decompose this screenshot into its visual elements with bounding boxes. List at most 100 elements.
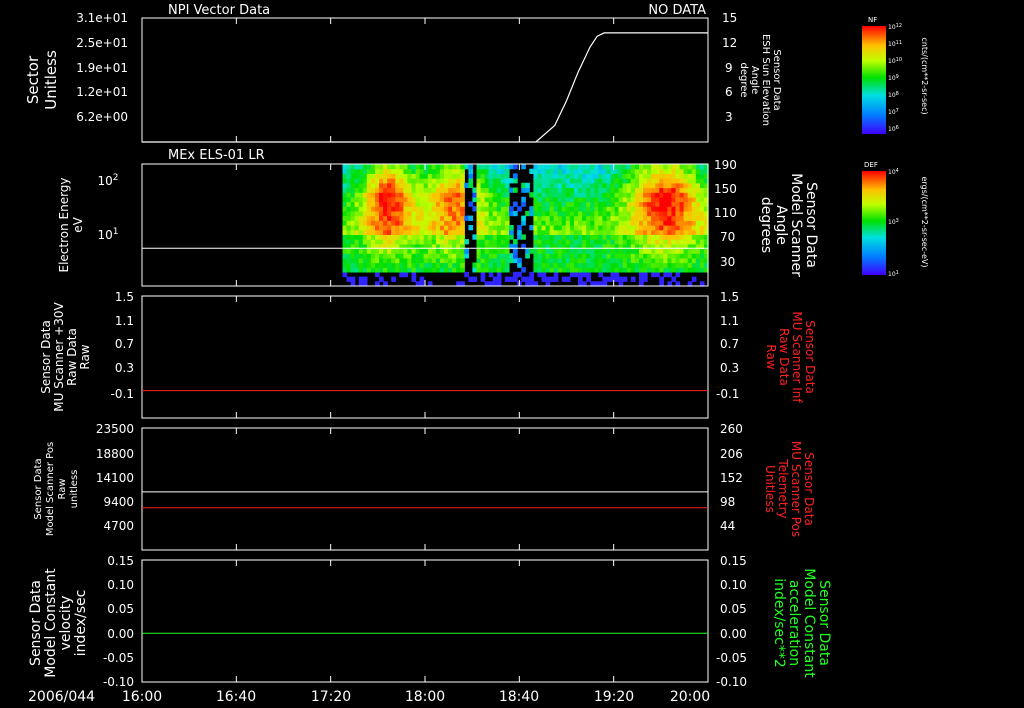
heatmap-cell — [626, 225, 632, 231]
heatmap-cell — [557, 206, 563, 212]
heatmap-cell — [403, 257, 409, 264]
heatmap-cell — [610, 253, 616, 259]
heatmap-cell — [411, 187, 417, 193]
heatmap-cell — [354, 192, 360, 198]
heatmap-cell — [488, 210, 494, 217]
heatmap-cell — [549, 168, 555, 174]
heatmap-cell — [403, 206, 409, 212]
heatmap-cell — [391, 210, 396, 217]
heatmap-cell — [606, 225, 612, 231]
heatmap-cell — [439, 173, 445, 179]
p3-left-tick-label: 1.5 — [115, 290, 134, 304]
heatmap-cell — [509, 206, 514, 212]
heatmap-cell — [699, 187, 705, 193]
heatmap-cell — [399, 267, 404, 273]
heatmap-cell — [439, 215, 445, 221]
heatmap-cell — [683, 253, 689, 259]
heatmap-cell — [634, 168, 640, 174]
heatmap-cell — [346, 229, 352, 235]
heatmap-cell — [346, 173, 352, 179]
heatmap-cell — [553, 267, 559, 273]
heatmap-cell — [639, 201, 644, 207]
heatmap-cell — [480, 239, 486, 245]
heatmap-cell — [391, 229, 396, 235]
heatmap-cell — [651, 253, 656, 259]
heatmap-cell — [695, 196, 701, 203]
heatmap-cell — [557, 178, 563, 184]
heatmap-cell — [480, 173, 486, 179]
heatmap-cell — [561, 206, 567, 212]
heatmap-cell — [663, 210, 668, 217]
p5-right-label-line: acceleration — [786, 580, 802, 666]
heatmap-cell — [565, 164, 571, 170]
heatmap-cell — [358, 210, 364, 217]
heatmap-cell — [586, 182, 591, 189]
heatmap-cell — [342, 168, 348, 174]
heatmap-cell — [610, 276, 616, 282]
heatmap-cell — [622, 257, 628, 264]
heatmap-cell — [354, 267, 360, 273]
heatmap-cell — [366, 182, 372, 189]
heatmap-cell — [699, 234, 705, 240]
heatmap-cell — [439, 206, 445, 212]
heatmap-cell — [504, 201, 510, 207]
heatmap-cell — [614, 164, 620, 170]
heatmap-cell — [569, 173, 575, 179]
heatmap-cell — [375, 271, 380, 278]
heatmap-cell — [370, 225, 376, 231]
time-tick-label: 16:00 — [122, 689, 162, 705]
heatmap-cell — [659, 239, 664, 245]
heatmap-cell — [448, 201, 453, 207]
heatmap-cell — [655, 192, 660, 198]
heatmap-cell — [529, 210, 534, 217]
heatmap-cell — [517, 262, 522, 268]
heatmap-cell — [667, 187, 673, 193]
heatmap-cell — [362, 206, 368, 212]
heatmap-cell — [350, 215, 356, 221]
heatmap-cell — [342, 257, 348, 264]
heatmap-cell — [606, 267, 612, 273]
heatmap-cell — [460, 173, 465, 179]
heatmap-cell — [395, 206, 400, 212]
heatmap-cell — [667, 234, 673, 240]
heatmap-cell — [448, 215, 453, 221]
heatmap-cell — [460, 257, 465, 264]
heatmap-cell — [362, 267, 368, 273]
heatmap-cell — [618, 182, 624, 189]
heatmap-cell — [606, 276, 612, 282]
heatmap-cell — [358, 257, 364, 264]
heatmap-cell — [647, 178, 652, 184]
heatmap-cell — [634, 262, 640, 268]
heatmap-cell — [346, 234, 352, 240]
heatmap-cell — [643, 248, 648, 254]
heatmap-cell — [354, 229, 360, 235]
heatmap-cell — [423, 253, 429, 259]
heatmap-cell — [643, 164, 648, 170]
heatmap-cell — [346, 220, 352, 226]
heatmap-cell — [683, 248, 689, 254]
heatmap-cell — [634, 234, 640, 240]
heatmap-cell — [691, 178, 697, 184]
heatmap-cell — [521, 215, 526, 221]
heatmap-cell — [687, 253, 693, 259]
heatmap-cell — [419, 182, 425, 189]
heatmap-cell — [460, 215, 465, 221]
heatmap-cell — [399, 229, 404, 235]
p3-right-label-line: MU Scanner Inf — [790, 311, 804, 403]
heatmap-cell — [651, 192, 656, 198]
heatmap-cell — [403, 271, 409, 278]
heatmap-cell — [513, 164, 518, 170]
heatmap-cell — [415, 229, 421, 235]
heatmap-cell — [643, 225, 648, 231]
heatmap-cell — [626, 196, 632, 203]
heatmap-cell — [521, 234, 526, 240]
heatmap-cell — [626, 178, 632, 184]
heatmap-cell — [509, 178, 514, 184]
heatmap-cell — [444, 196, 449, 203]
heatmap-cell — [492, 173, 498, 179]
heatmap-cell — [610, 182, 616, 189]
heatmap-cell — [452, 192, 457, 198]
heatmap-cell — [541, 257, 547, 264]
heatmap-cell — [472, 262, 478, 268]
heatmap-cell — [687, 215, 693, 221]
